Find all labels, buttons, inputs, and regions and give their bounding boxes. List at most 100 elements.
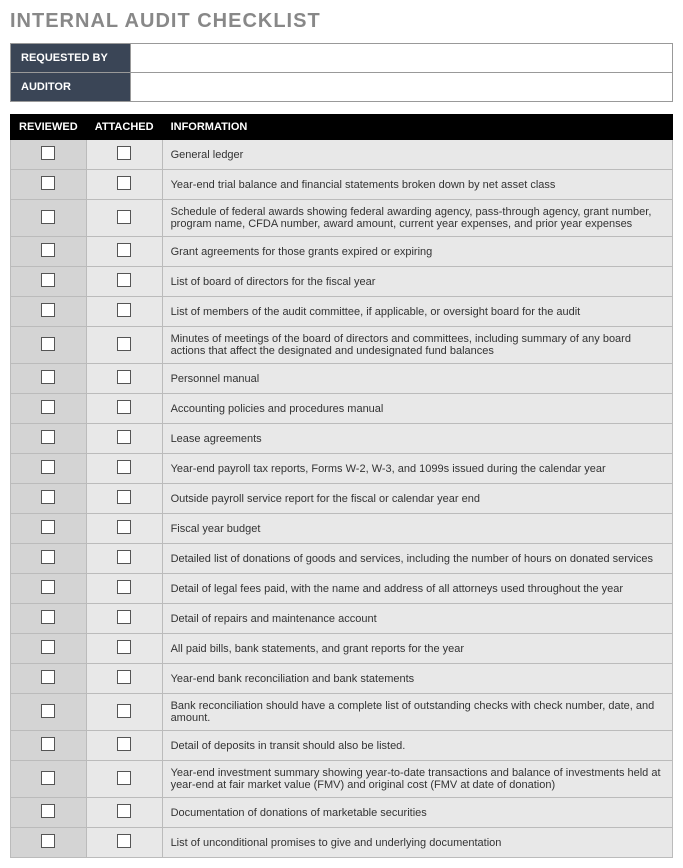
reviewed-checkbox[interactable]	[41, 337, 55, 351]
table-row: List of unconditional promises to give a…	[11, 828, 673, 858]
reviewed-checkbox[interactable]	[41, 176, 55, 190]
reviewed-checkbox[interactable]	[41, 273, 55, 287]
information-cell: Fiscal year budget	[162, 514, 672, 544]
attached-cell	[86, 574, 162, 604]
attached-checkbox[interactable]	[117, 670, 131, 684]
table-row: Detail of repairs and maintenance accoun…	[11, 604, 673, 634]
reviewed-checkbox[interactable]	[41, 550, 55, 564]
information-cell: Detail of legal fees paid, with the name…	[162, 574, 672, 604]
reviewed-cell	[11, 267, 87, 297]
attached-cell	[86, 364, 162, 394]
column-header-reviewed: REVIEWED	[11, 115, 87, 140]
reviewed-checkbox[interactable]	[41, 243, 55, 257]
attached-cell	[86, 634, 162, 664]
attached-checkbox[interactable]	[117, 520, 131, 534]
reviewed-cell	[11, 454, 87, 484]
information-cell: All paid bills, bank statements, and gra…	[162, 634, 672, 664]
attached-checkbox[interactable]	[117, 210, 131, 224]
attached-checkbox[interactable]	[117, 337, 131, 351]
reviewed-checkbox[interactable]	[41, 146, 55, 160]
requested-by-input[interactable]	[131, 44, 673, 73]
information-cell: Year-end investment summary showing year…	[162, 761, 672, 798]
reviewed-checkbox[interactable]	[41, 704, 55, 718]
reviewed-cell	[11, 514, 87, 544]
attached-checkbox[interactable]	[117, 176, 131, 190]
attached-checkbox[interactable]	[117, 303, 131, 317]
reviewed-cell	[11, 798, 87, 828]
information-cell: Year-end payroll tax reports, Forms W-2,…	[162, 454, 672, 484]
reviewed-checkbox[interactable]	[41, 804, 55, 818]
attached-cell	[86, 514, 162, 544]
attached-cell	[86, 798, 162, 828]
table-row: Grant agreements for those grants expire…	[11, 237, 673, 267]
reviewed-cell	[11, 634, 87, 664]
reviewed-checkbox[interactable]	[41, 400, 55, 414]
attached-checkbox[interactable]	[117, 640, 131, 654]
reviewed-cell	[11, 394, 87, 424]
table-row: Minutes of meetings of the board of dire…	[11, 327, 673, 364]
attached-checkbox[interactable]	[117, 273, 131, 287]
reviewed-checkbox[interactable]	[41, 771, 55, 785]
information-cell: General ledger	[162, 140, 672, 170]
information-cell: Detailed list of donations of goods and …	[162, 544, 672, 574]
attached-checkbox[interactable]	[117, 430, 131, 444]
attached-checkbox[interactable]	[117, 737, 131, 751]
attached-checkbox[interactable]	[117, 243, 131, 257]
table-row: General ledger	[11, 140, 673, 170]
information-cell: List of board of directors for the fisca…	[162, 267, 672, 297]
reviewed-checkbox[interactable]	[41, 580, 55, 594]
reviewed-checkbox[interactable]	[41, 520, 55, 534]
table-row: All paid bills, bank statements, and gra…	[11, 634, 673, 664]
reviewed-cell	[11, 761, 87, 798]
reviewed-checkbox[interactable]	[41, 640, 55, 654]
information-cell: Grant agreements for those grants expire…	[162, 237, 672, 267]
reviewed-checkbox[interactable]	[41, 834, 55, 848]
reviewed-checkbox[interactable]	[41, 670, 55, 684]
reviewed-checkbox[interactable]	[41, 430, 55, 444]
reviewed-checkbox[interactable]	[41, 370, 55, 384]
table-row: Documentation of donations of marketable…	[11, 798, 673, 828]
attached-checkbox[interactable]	[117, 460, 131, 474]
reviewed-checkbox[interactable]	[41, 737, 55, 751]
table-row: Personnel manual	[11, 364, 673, 394]
table-row: Year-end investment summary showing year…	[11, 761, 673, 798]
table-row: Detail of legal fees paid, with the name…	[11, 574, 673, 604]
attached-checkbox[interactable]	[117, 370, 131, 384]
attached-checkbox[interactable]	[117, 146, 131, 160]
attached-checkbox[interactable]	[117, 550, 131, 564]
reviewed-cell	[11, 484, 87, 514]
attached-checkbox[interactable]	[117, 580, 131, 594]
checklist-table: REVIEWED ATTACHED INFORMATION General le…	[10, 114, 673, 858]
attached-checkbox[interactable]	[117, 610, 131, 624]
attached-checkbox[interactable]	[117, 400, 131, 414]
table-row: Fiscal year budget	[11, 514, 673, 544]
information-cell: List of unconditional promises to give a…	[162, 828, 672, 858]
attached-cell	[86, 761, 162, 798]
information-cell: Minutes of meetings of the board of dire…	[162, 327, 672, 364]
reviewed-checkbox[interactable]	[41, 490, 55, 504]
attached-cell	[86, 484, 162, 514]
attached-checkbox[interactable]	[117, 704, 131, 718]
table-row: Schedule of federal awards showing feder…	[11, 200, 673, 237]
reviewed-checkbox[interactable]	[41, 460, 55, 474]
auditor-input[interactable]	[131, 73, 673, 102]
attached-checkbox[interactable]	[117, 804, 131, 818]
information-cell: Personnel manual	[162, 364, 672, 394]
table-row: Detail of deposits in transit should als…	[11, 731, 673, 761]
attached-checkbox[interactable]	[117, 490, 131, 504]
attached-cell	[86, 454, 162, 484]
table-row: Year-end payroll tax reports, Forms W-2,…	[11, 454, 673, 484]
reviewed-checkbox[interactable]	[41, 210, 55, 224]
reviewed-checkbox[interactable]	[41, 303, 55, 317]
attached-cell	[86, 731, 162, 761]
table-row: Bank reconciliation should have a comple…	[11, 694, 673, 731]
attached-cell	[86, 327, 162, 364]
information-cell: Detail of repairs and maintenance accoun…	[162, 604, 672, 634]
attached-cell	[86, 267, 162, 297]
attached-checkbox[interactable]	[117, 834, 131, 848]
information-cell: List of members of the audit committee, …	[162, 297, 672, 327]
reviewed-cell	[11, 237, 87, 267]
reviewed-cell	[11, 694, 87, 731]
reviewed-checkbox[interactable]	[41, 610, 55, 624]
attached-checkbox[interactable]	[117, 771, 131, 785]
